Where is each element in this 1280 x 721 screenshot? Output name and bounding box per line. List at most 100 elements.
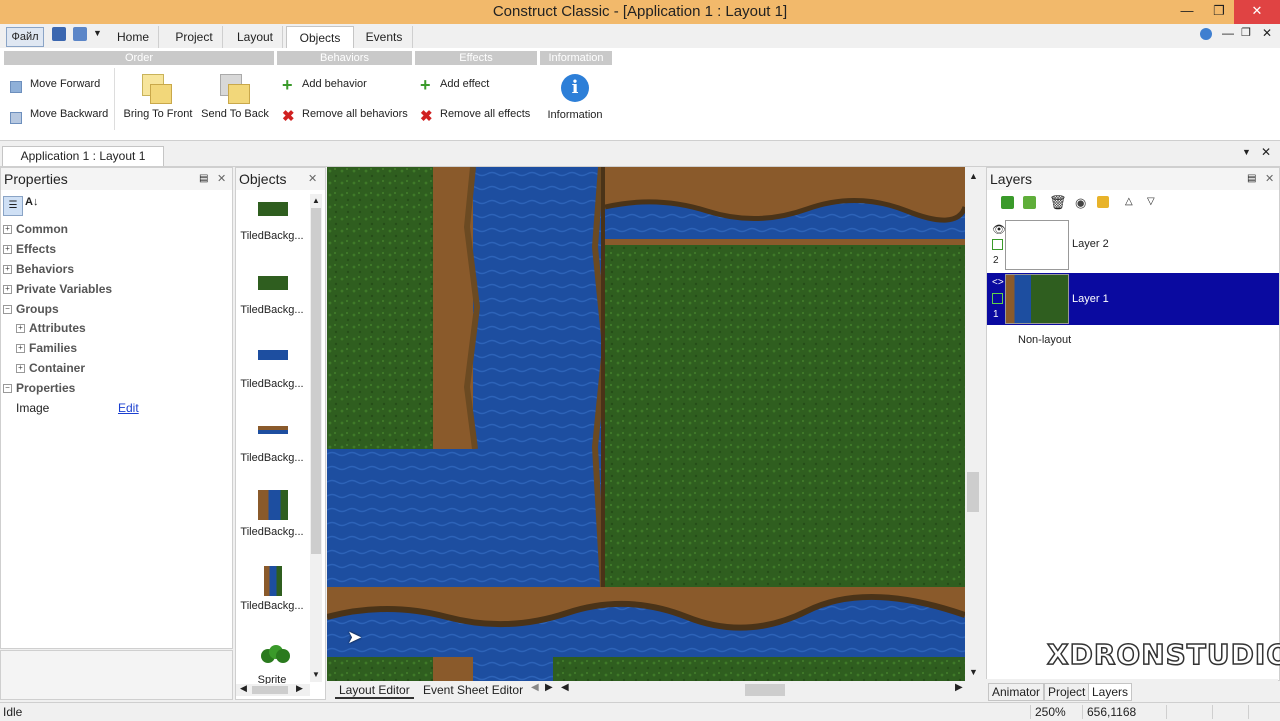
close-button[interactable]: ✕ [1234,0,1280,24]
tab-home[interactable]: Home [108,26,159,48]
canvas-vscrollbar[interactable]: ▲ ▼ [965,167,981,681]
quick-access-dropdown-icon[interactable]: ▼ [93,28,102,38]
tab-layout[interactable]: Layout [228,26,283,48]
object-thumbnail[interactable] [264,566,282,596]
object-thumbnail[interactable] [258,276,288,290]
mouse-cursor-icon: ➤ [347,627,363,647]
object-thumbnail[interactable] [258,426,288,434]
move-layer-up-icon[interactable]: △ [1125,196,1133,207]
objects-header: Objects ✕ [236,168,325,190]
scroll-up-icon[interactable]: ▲ [312,196,320,205]
categorized-view-icon[interactable]: ☰ [3,196,23,216]
tab-project[interactable]: Project [166,26,223,48]
eye-icon[interactable]: 👁 [992,223,1006,236]
send-to-back-button[interactable]: Send To Back [198,72,272,126]
tab-scroll-left-icon[interactable]: ◀ [531,682,539,693]
section-private-variables[interactable]: + Private Variables [3,282,112,296]
sprite-thumbnail[interactable] [260,644,290,664]
ribbon-close-icon[interactable]: ✕ [1262,26,1272,40]
object-label[interactable]: TiledBackg... [236,600,308,612]
move-layer-down-icon[interactable]: ▽ [1147,196,1155,207]
status-box [1212,705,1247,719]
editor-bottom-bar: Layout Editor Event Sheet Editor ◀ ▶ ◀ ▶ [327,681,981,699]
tab-events[interactable]: Events [356,26,413,48]
information-button[interactable]: i Information [540,72,612,128]
object-label[interactable]: TiledBackg... [236,526,308,538]
file-menu-button[interactable]: Файл [6,27,44,47]
section-common[interactable]: + Common [3,222,68,236]
document-close-icon[interactable]: ✕ [1261,145,1271,159]
non-layout-layer[interactable]: Non-layout [1018,334,1071,346]
object-label[interactable]: TiledBackg... [236,304,308,316]
tab-project-panel[interactable]: Project [1044,683,1090,701]
ribbon-restore-icon[interactable]: ❐ [1241,26,1251,39]
section-attributes[interactable]: + Attributes [16,321,86,335]
add-sublayer-icon[interactable] [1023,196,1036,209]
delete-layer-icon[interactable]: 🗑 [1049,194,1067,211]
object-label[interactable]: TiledBackg... [236,378,308,390]
section-behaviors[interactable]: + Behaviors [3,262,74,276]
section-groups[interactable]: − Groups [3,302,59,316]
objects-hscrollbar[interactable]: ◀ ▶ [236,683,310,696]
canvas-hscrollbar-thumb[interactable] [745,684,785,696]
alphabetical-sort-icon[interactable]: A↓ [25,196,38,208]
visibility-toggle-icon[interactable]: ◉ [1075,195,1086,211]
tab-scroll-right-icon[interactable]: ▶ [545,682,553,693]
scroll-down-icon[interactable]: ▼ [312,670,320,679]
ribbon-panel: Order Behaviors Effects Information Move… [0,48,1280,141]
bring-to-front-button[interactable]: Bring To Front [120,72,194,126]
scrollbar-thumb[interactable] [252,686,288,694]
save-icon[interactable] [52,27,66,41]
layer-row-selected[interactable]: <> 1 Layer 1 [987,273,1279,325]
tab-layout-editor[interactable]: Layout Editor [335,683,414,699]
tab-layers-panel[interactable]: Layers [1088,683,1133,701]
bring-to-front-label: Bring To Front [123,108,193,120]
layer-row[interactable]: 👁 2 Layer 2 [987,219,1279,271]
layout-canvas[interactable]: ➤ [327,167,965,681]
section-effects[interactable]: + Effects [3,242,56,256]
scrollbar-thumb[interactable] [967,472,979,512]
section-container-label: Container [29,361,86,375]
image-edit-link[interactable]: Edit [118,401,139,415]
section-behaviors-label: Behaviors [16,262,75,276]
document-tab[interactable]: Application 1 : Layout 1 [2,146,164,166]
scrollbar-thumb[interactable] [311,208,321,554]
document-list-icon[interactable]: ▼ [1242,147,1251,157]
tab-animator[interactable]: Animator [988,683,1045,701]
layout-scene [327,167,965,681]
eye-icon[interactable]: <> [992,277,1004,288]
properties-description-pane [0,650,233,700]
object-thumbnail[interactable] [258,350,288,360]
panel-close-icon[interactable]: ✕ [1265,168,1274,190]
section-properties[interactable]: − Properties [3,381,75,395]
add-layer-icon[interactable] [1001,196,1014,209]
scroll-right-icon[interactable]: ▶ [296,683,303,694]
tab-objects[interactable]: Objects [286,26,354,49]
section-container[interactable]: + Container [16,361,85,375]
object-thumbnail[interactable] [258,202,288,216]
object-label[interactable]: TiledBackg... [236,452,308,464]
pin-icon[interactable]: ▤ [1247,168,1256,190]
scroll-left-icon[interactable]: ◀ [561,682,569,693]
scroll-down-icon[interactable]: ▼ [969,667,978,677]
objects-scrollbar[interactable]: ▲ ▼ [310,194,322,682]
unlock-icon[interactable] [992,293,1003,304]
object-label[interactable]: TiledBackg... [236,230,308,242]
object-thumbnail[interactable] [258,490,288,520]
restore-button[interactable]: ❐ [1204,0,1234,24]
move-forward-icon [10,81,22,93]
panel-close-icon[interactable]: ✕ [217,168,226,190]
save-all-icon[interactable] [73,27,87,41]
unlock-icon[interactable] [992,239,1003,250]
pin-icon[interactable]: ▤ [199,168,208,190]
ribbon-minimize-icon[interactable]: — [1222,26,1234,40]
panel-close-icon[interactable]: ✕ [308,168,317,190]
lock-icon[interactable] [1097,196,1109,208]
scroll-up-icon[interactable]: ▲ [969,171,978,181]
scroll-right-icon[interactable]: ▶ [955,682,963,693]
minimize-button[interactable]: — [1172,0,1202,24]
section-families[interactable]: + Families [16,341,77,355]
tab-event-sheet-editor[interactable]: Event Sheet Editor [423,683,523,697]
scroll-left-icon[interactable]: ◀ [240,683,247,694]
help-icon[interactable] [1200,28,1212,40]
